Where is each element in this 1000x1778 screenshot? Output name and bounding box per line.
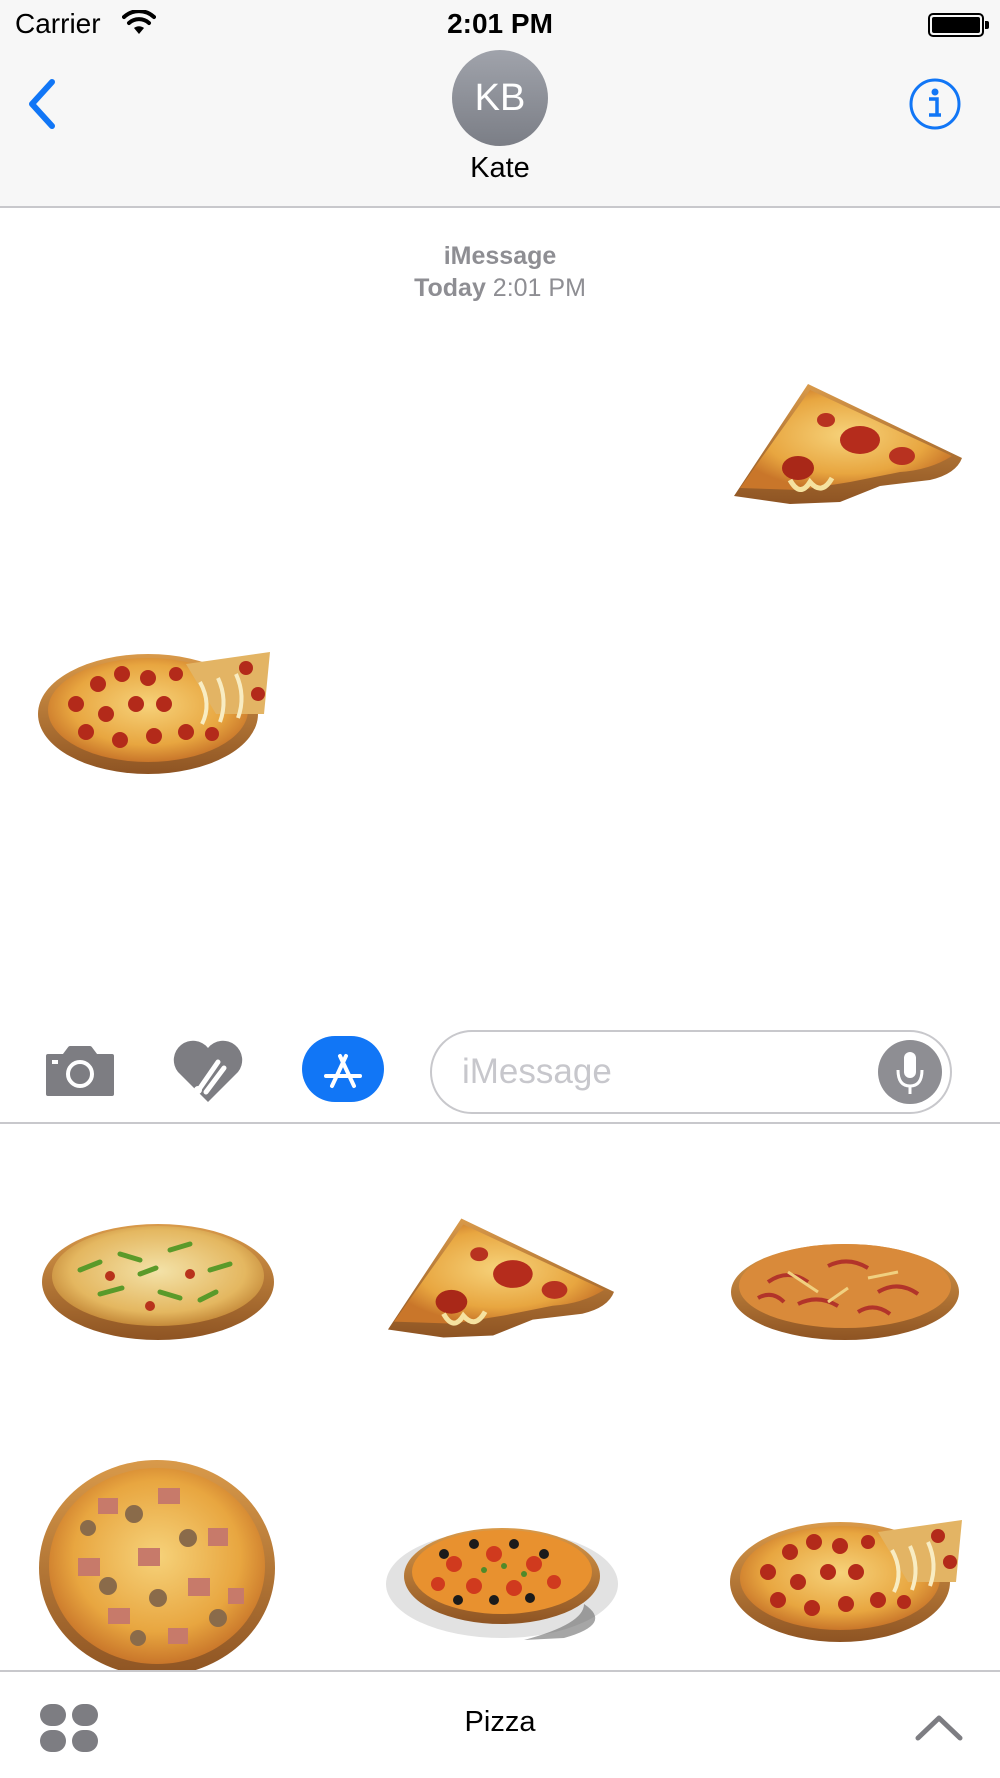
battery-icon xyxy=(928,13,989,37)
drawer-sticker-onion-pizza[interactable] xyxy=(728,1232,962,1344)
digital-touch-icon[interactable] xyxy=(172,1038,244,1104)
drawer-sticker-vegetable-pizza[interactable] xyxy=(40,1214,276,1344)
message-placeholder: iMessage xyxy=(462,1052,612,1091)
sticker-pack-title: Pizza xyxy=(464,1706,536,1738)
conversation-timestamp: Today 2:01 PM xyxy=(0,274,1000,303)
status-time: 2:01 PM xyxy=(447,8,553,39)
back-chevron-icon[interactable] xyxy=(22,74,62,134)
app-store-button[interactable] xyxy=(302,1036,384,1102)
chevron-up-icon[interactable] xyxy=(914,1712,964,1742)
camera-icon[interactable] xyxy=(44,1042,116,1098)
sticker-drawer-footer: Pizza xyxy=(0,1670,1000,1778)
received-sticker-pepperoni-pizza[interactable] xyxy=(36,644,274,778)
service-label: iMessage xyxy=(443,242,557,270)
microphone-icon xyxy=(896,1052,924,1094)
compose-bar: iMessage xyxy=(0,1020,1000,1124)
info-icon[interactable] xyxy=(908,77,962,131)
status-bar: Carrier 2:01 PM xyxy=(0,0,1000,48)
timestamp-day: Today xyxy=(414,274,486,302)
drawer-sticker-pizza-slice[interactable] xyxy=(384,1212,616,1344)
conversation-header: KB Kate xyxy=(0,48,1000,208)
drawer-sticker-olive-tomato-pizza[interactable] xyxy=(384,1514,620,1642)
contact-avatar[interactable]: KB xyxy=(452,50,548,146)
microphone-button[interactable] xyxy=(878,1040,942,1104)
sent-sticker-pizza-slice[interactable] xyxy=(730,378,964,510)
timestamp-time: 2:01 PM xyxy=(492,274,586,302)
drawer-sticker-ham-mushroom-pizza[interactable] xyxy=(38,1458,276,1670)
app-store-icon xyxy=(324,1054,362,1088)
message-input[interactable]: iMessage xyxy=(430,1030,952,1114)
drawer-sticker-bitten-pepperoni-pizza[interactable] xyxy=(728,1512,966,1646)
contact-name[interactable]: Kate xyxy=(0,152,1000,185)
